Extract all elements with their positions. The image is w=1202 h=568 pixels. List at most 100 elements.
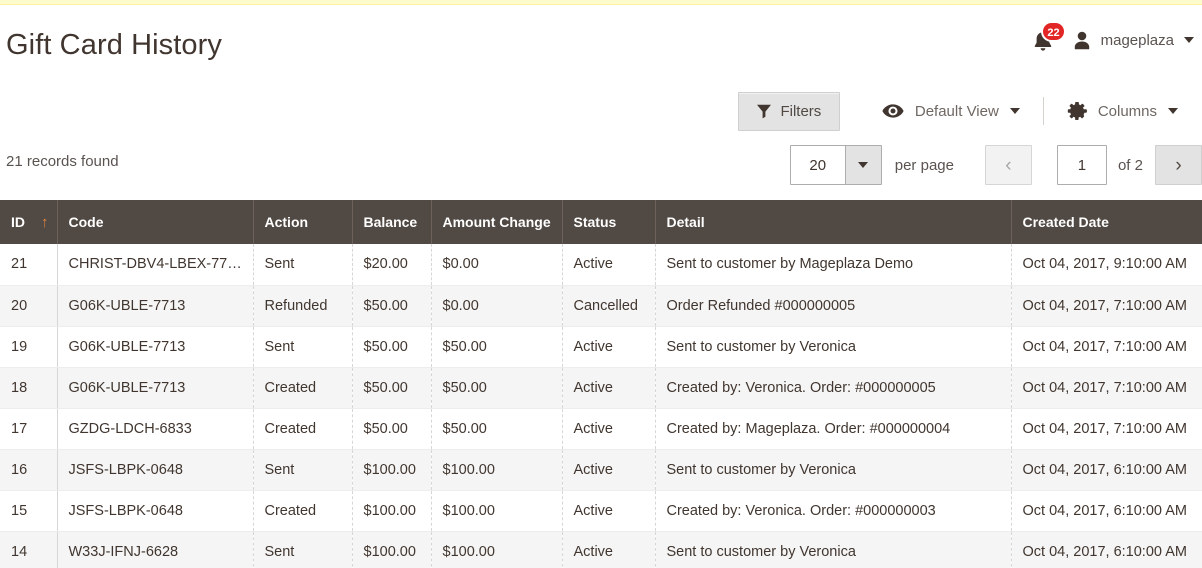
data-grid-container: ID ↑ Code Action Balance Amount Change S… xyxy=(0,200,1202,568)
cell-created_date: Oct 04, 2017, 9:10:00 AM xyxy=(1011,244,1202,286)
column-header-action[interactable]: Action xyxy=(253,200,353,244)
cell-amount_change: $50.00 xyxy=(431,367,563,409)
cell-status: Active xyxy=(562,490,656,532)
user-avatar-icon xyxy=(1074,31,1089,49)
per-page-select[interactable]: 20 xyxy=(789,145,882,185)
cell-action: Refunded xyxy=(253,285,353,327)
columns-label: Columns xyxy=(1097,102,1157,120)
cell-amount_change: $0.00 xyxy=(431,244,563,286)
cell-detail: Sent to customer by Veronica xyxy=(655,449,1012,491)
cell-amount_change: $100.00 xyxy=(431,449,563,491)
cell-created_date: Oct 04, 2017, 6:10:00 AM xyxy=(1011,531,1202,568)
admin-grid-page: Gift Card History 22 mageplaza Filters D… xyxy=(0,0,1202,568)
cell-detail: Order Refunded #000000005 xyxy=(655,285,1012,327)
default-view-label: Default View xyxy=(914,102,999,120)
cell-amount_change: $50.00 xyxy=(431,408,563,450)
cell-code: CHRIST-DBV4-LBEX-7778 xyxy=(57,244,254,286)
column-header-code[interactable]: Code xyxy=(57,200,254,244)
column-header-id-label: ID xyxy=(11,214,25,230)
cell-balance: $100.00 xyxy=(352,449,432,491)
column-header-status[interactable]: Status xyxy=(562,200,656,244)
cell-status: Active xyxy=(562,449,656,491)
column-header-id[interactable]: ID ↑ xyxy=(0,200,58,244)
cell-detail: Sent to customer by Veronica xyxy=(655,531,1012,568)
cell-id: 18 xyxy=(0,367,58,409)
cell-balance: $50.00 xyxy=(352,367,432,409)
per-page-value: 20 xyxy=(790,146,845,184)
cell-created_date: Oct 04, 2017, 6:10:00 AM xyxy=(1011,490,1202,532)
table-row[interactable]: 17 GZDG-LDCH-6833 Created $50.00 $50.00 Activ… xyxy=(0,408,1202,450)
table-row[interactable]: 14 W33J-IFNJ-6628 Sent $100.00 $100.00 Active… xyxy=(0,531,1202,568)
cell-code: JSFS-LBPK-0648 xyxy=(57,449,254,491)
user-name-label: mageplaza xyxy=(1100,31,1174,49)
cell-created_date: Oct 04, 2017, 6:10:00 AM xyxy=(1011,449,1202,491)
table-head: ID ↑ Code Action Balance Amount Change S… xyxy=(0,200,1202,244)
column-header-detail[interactable]: Detail xyxy=(655,200,1012,244)
column-header-balance[interactable]: Balance xyxy=(352,200,432,244)
cell-status: Active xyxy=(562,326,656,368)
table-row[interactable]: 19 G06K-UBLE-7713 Sent $50.00 $50.00 Active Se… xyxy=(0,326,1202,368)
cell-detail: Created by: Mageplaza. Order: #000000004 xyxy=(655,408,1012,450)
table-body: 21 CHRIST-DBV4-LBEX-7778 Sent $20.00 $0.00 Ac… xyxy=(0,244,1202,568)
table-row[interactable]: 20 G06K-UBLE-7713 Refunded $50.00 $0.00 Cance… xyxy=(0,285,1202,327)
default-view-dropdown[interactable]: Default View xyxy=(868,92,1034,131)
table-row[interactable]: 21 CHRIST-DBV4-LBEX-7778 Sent $20.00 $0.00 Ac… xyxy=(0,244,1202,286)
pagination-controls: 20 per page ‹ of 2 › xyxy=(789,144,1202,186)
notification-count-badge: 22 xyxy=(1041,21,1066,42)
previous-page-button[interactable]: ‹ xyxy=(984,145,1032,185)
cell-status: Active xyxy=(562,244,656,286)
cell-code: JSFS-LBPK-0648 xyxy=(57,490,254,532)
table-header-row: ID ↑ Code Action Balance Amount Change S… xyxy=(0,200,1202,244)
next-page-button[interactable]: › xyxy=(1155,145,1202,185)
page-number-input[interactable] xyxy=(1056,145,1107,185)
cell-action: Sent xyxy=(253,449,353,491)
cell-amount_change: $0.00 xyxy=(431,285,563,327)
page-header: Gift Card History 22 mageplaza xyxy=(0,5,1202,77)
chevron-down-icon xyxy=(844,146,881,184)
cell-action: Sent xyxy=(253,244,353,286)
table-row[interactable]: 16 JSFS-LBPK-0648 Sent $100.00 $100.00 Active… xyxy=(0,449,1202,491)
cell-status: Active xyxy=(562,408,656,450)
page-title: Gift Card History xyxy=(6,29,223,61)
filters-label: Filters xyxy=(780,102,822,120)
cell-action: Created xyxy=(253,408,353,450)
cell-action: Created xyxy=(253,490,353,532)
chevron-right-icon: › xyxy=(1175,154,1182,176)
per-page-label: per page xyxy=(894,156,954,174)
cell-created_date: Oct 04, 2017, 7:10:00 AM xyxy=(1011,367,1202,409)
column-header-created-date[interactable]: Created Date xyxy=(1011,200,1202,244)
cell-id: 16 xyxy=(0,449,58,491)
cell-balance: $50.00 xyxy=(352,408,432,450)
cell-balance: $50.00 xyxy=(352,285,432,327)
filters-button[interactable]: Filters xyxy=(737,91,840,131)
table-row[interactable]: 15 JSFS-LBPK-0648 Created $100.00 $100.00 Act… xyxy=(0,490,1202,532)
cell-id: 21 xyxy=(0,244,58,286)
chevron-down-icon xyxy=(1009,108,1020,114)
cell-detail: Created by: Veronica. Order: #000000003 xyxy=(655,490,1012,532)
cell-status: Cancelled xyxy=(562,285,656,327)
cell-status: Active xyxy=(562,367,656,409)
total-pages-label: of 2 xyxy=(1117,156,1143,174)
notifications-button[interactable]: 22 xyxy=(1030,21,1066,53)
cell-action: Sent xyxy=(253,531,353,568)
columns-dropdown[interactable]: Columns xyxy=(1053,92,1192,131)
column-header-amount-change[interactable]: Amount Change xyxy=(431,200,563,244)
cell-created_date: Oct 04, 2017, 7:10:00 AM xyxy=(1011,408,1202,450)
cell-amount_change: $100.00 xyxy=(431,490,563,532)
user-menu[interactable]: mageplaza xyxy=(1072,30,1194,51)
cell-id: 14 xyxy=(0,531,58,568)
cell-action: Created xyxy=(253,367,353,409)
table-row[interactable]: 18 G06K-UBLE-7713 Created $50.00 $50.00 Activ… xyxy=(0,367,1202,409)
cell-id: 15 xyxy=(0,490,58,532)
eye-icon xyxy=(882,104,904,118)
cell-balance: $100.00 xyxy=(352,490,432,532)
records-found-label: 21 records found xyxy=(6,153,119,170)
chevron-down-icon xyxy=(1168,108,1178,114)
chevron-down-icon xyxy=(1184,37,1194,43)
cell-amount_change: $100.00 xyxy=(431,531,563,568)
sort-ascending-icon: ↑ xyxy=(41,213,49,231)
cell-detail: Sent to customer by Veronica xyxy=(655,326,1012,368)
cell-id: 17 xyxy=(0,408,58,450)
cell-detail: Sent to customer by Mageplaza Demo xyxy=(655,244,1012,286)
cell-code: G06K-UBLE-7713 xyxy=(57,367,254,409)
